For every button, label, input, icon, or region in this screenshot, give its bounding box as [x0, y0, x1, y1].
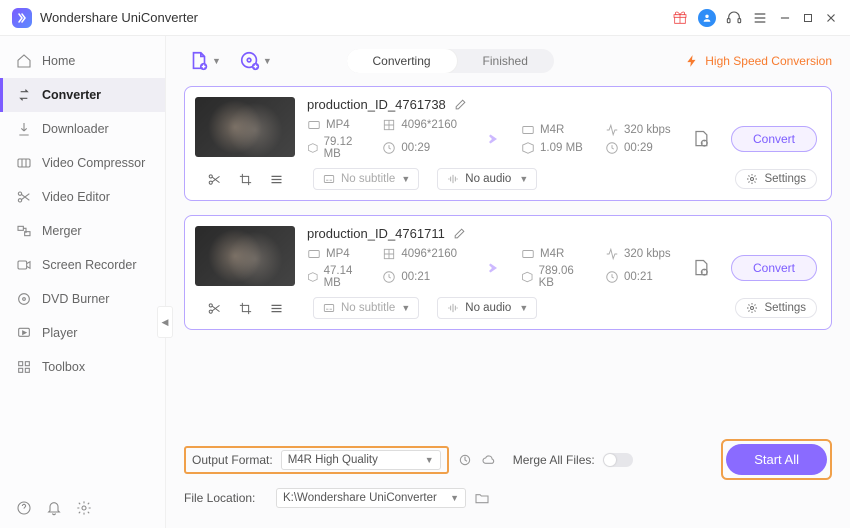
disc-icon: [16, 291, 32, 307]
sidebar-item-label: Downloader: [42, 122, 109, 136]
home-icon: [16, 53, 32, 69]
merge-label: Merge All Files:: [513, 453, 595, 467]
sidebar-item-toolbox[interactable]: Toolbox: [0, 350, 165, 384]
sidebar-item-merger[interactable]: Merger: [0, 214, 165, 248]
sidebar-item-dvd[interactable]: DVD Burner: [0, 282, 165, 316]
crop-icon[interactable]: [238, 301, 253, 316]
sidebar-item-compressor[interactable]: Video Compressor: [0, 146, 165, 180]
audio-select[interactable]: No audio▼: [437, 297, 537, 319]
app-logo: [12, 8, 32, 28]
output-format-group: Output Format: M4R High Quality▼: [184, 446, 449, 474]
gift-icon[interactable]: [672, 10, 688, 26]
start-all-button[interactable]: Start All: [726, 444, 827, 475]
account-icon[interactable]: [698, 9, 716, 27]
download-icon: [16, 121, 32, 137]
more-icon[interactable]: [269, 172, 284, 187]
grid-icon: [16, 359, 32, 375]
item-settings-button[interactable]: Settings: [735, 298, 817, 318]
maximize-icon[interactable]: [802, 12, 814, 24]
crop-icon[interactable]: [238, 172, 253, 187]
sidebar-item-player[interactable]: Player: [0, 316, 165, 350]
tab-finished[interactable]: Finished: [457, 49, 554, 73]
sidebar-item-downloader[interactable]: Downloader: [0, 112, 165, 146]
arrow-icon: [469, 127, 509, 151]
audio-select[interactable]: No audio▼: [437, 168, 537, 190]
main-panel: ▼ ▼ Converting Finished High Speed Conve…: [166, 36, 850, 528]
convert-button[interactable]: Convert: [731, 126, 817, 152]
more-icon[interactable]: [269, 301, 284, 316]
collapse-handle[interactable]: ◀: [157, 306, 173, 338]
sidebar-item-editor[interactable]: Video Editor: [0, 180, 165, 214]
high-speed-conversion[interactable]: High Speed Conversion: [685, 54, 832, 68]
converter-icon: [16, 87, 32, 103]
sidebar-item-label: Screen Recorder: [42, 258, 137, 272]
arrow-icon: [469, 256, 509, 280]
bell-icon[interactable]: [46, 500, 62, 516]
close-icon[interactable]: [824, 11, 838, 25]
cloud-icon[interactable]: [481, 452, 497, 468]
settings-icon[interactable]: [76, 500, 92, 516]
thumbnail[interactable]: [195, 97, 295, 157]
sidebar-item-label: Toolbox: [42, 360, 85, 374]
scissors-icon: [16, 189, 32, 205]
sidebar-item-label: Home: [42, 54, 75, 68]
edit-name-icon[interactable]: [453, 227, 466, 240]
sidebar-item-label: Player: [42, 326, 77, 340]
sidebar-item-label: Converter: [42, 88, 101, 102]
file-card: production_ID_4761738 MP4 4096*2160 79.1…: [184, 86, 832, 201]
sidebar-item-converter[interactable]: Converter: [0, 78, 165, 112]
app-title: Wondershare UniConverter: [40, 10, 198, 25]
hsc-label: High Speed Conversion: [705, 54, 832, 68]
tab-converting[interactable]: Converting: [347, 49, 457, 73]
sidebar-item-label: Video Editor: [42, 190, 110, 204]
play-icon: [16, 325, 32, 341]
file-card: production_ID_4761711 MP4 4096*2160 47.1…: [184, 215, 832, 330]
file-name: production_ID_4761711: [307, 226, 445, 241]
sidebar-item-recorder[interactable]: Screen Recorder: [0, 248, 165, 282]
subtitle-select[interactable]: No subtitle▼: [313, 168, 419, 190]
record-icon: [16, 257, 32, 273]
file-name: production_ID_4761738: [307, 97, 446, 112]
help-icon[interactable]: [16, 500, 32, 516]
menu-icon[interactable]: [752, 10, 768, 26]
output-settings-icon[interactable]: [683, 129, 719, 149]
merge-icon: [16, 223, 32, 239]
add-disc-button[interactable]: ▼: [235, 46, 276, 76]
trim-icon[interactable]: [207, 172, 222, 187]
edit-name-icon[interactable]: [454, 98, 467, 111]
sidebar-item-home[interactable]: Home: [0, 44, 165, 78]
merge-toggle[interactable]: [603, 453, 633, 467]
output-format-select[interactable]: M4R High Quality▼: [281, 450, 441, 470]
gpu-icon[interactable]: [457, 452, 473, 468]
sidebar-item-label: DVD Burner: [42, 292, 109, 306]
output-format-label: Output Format:: [192, 453, 273, 467]
footer: Output Format: M4R High Quality▼ Merge A…: [166, 431, 850, 528]
add-file-button[interactable]: ▼: [184, 46, 225, 76]
tabs: Converting Finished: [347, 49, 554, 73]
output-settings-icon[interactable]: [683, 258, 719, 278]
file-location-label: File Location:: [184, 491, 268, 505]
subtitle-select[interactable]: No subtitle▼: [313, 297, 419, 319]
thumbnail[interactable]: [195, 226, 295, 286]
open-folder-icon[interactable]: [474, 490, 490, 506]
sidebar: Home Converter Downloader Video Compress…: [0, 36, 166, 528]
item-settings-button[interactable]: Settings: [735, 169, 817, 189]
support-icon[interactable]: [726, 10, 742, 26]
compress-icon: [16, 155, 32, 171]
sidebar-item-label: Merger: [42, 224, 82, 238]
convert-button[interactable]: Convert: [731, 255, 817, 281]
trim-icon[interactable]: [207, 301, 222, 316]
toolbar: ▼ ▼ Converting Finished High Speed Conve…: [166, 36, 850, 82]
titlebar: Wondershare UniConverter: [0, 0, 850, 36]
minimize-icon[interactable]: [778, 11, 792, 25]
file-location-select[interactable]: K:\Wondershare UniConverter▼: [276, 488, 466, 508]
sidebar-item-label: Video Compressor: [42, 156, 145, 170]
